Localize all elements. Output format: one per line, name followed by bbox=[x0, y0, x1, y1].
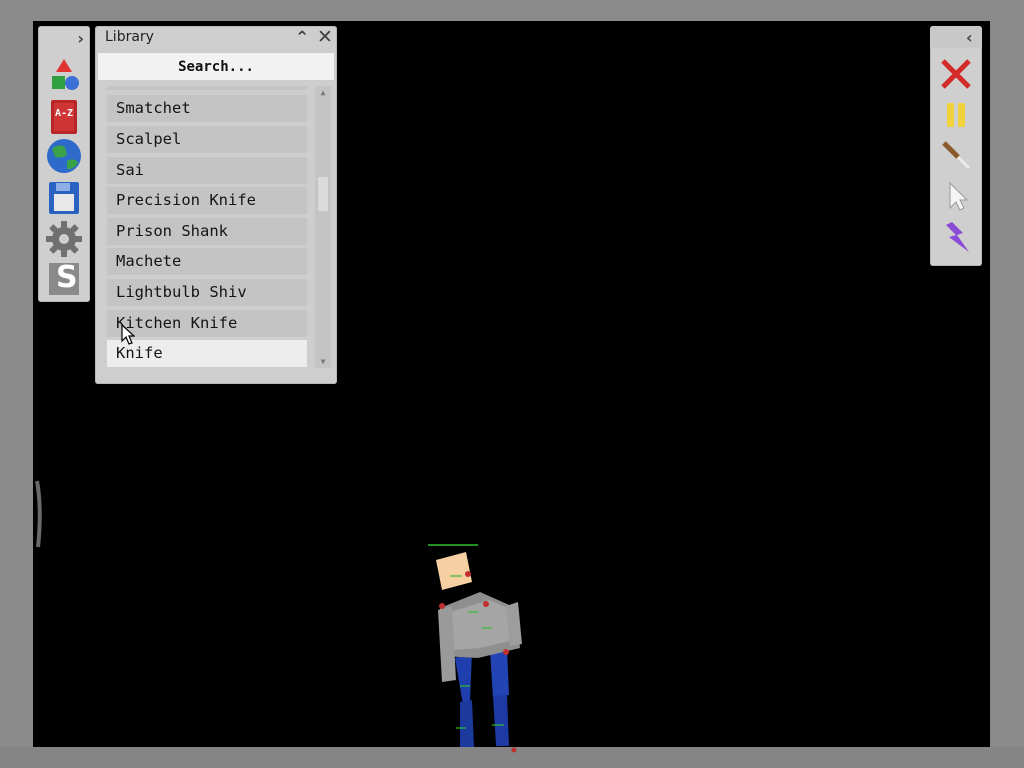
list-item[interactable]: Lightbulb Shiv bbox=[107, 279, 307, 306]
delete-x-icon[interactable] bbox=[938, 56, 974, 92]
list-item[interactable]: Scalpel bbox=[107, 126, 307, 153]
logo-letter: S bbox=[56, 260, 78, 295]
logo-s-icon[interactable]: S bbox=[45, 260, 83, 298]
list-item[interactable]: Kitchen Knife bbox=[107, 310, 307, 337]
mouse-cursor-icon bbox=[121, 324, 135, 345]
expand-sidebar-button[interactable]: › bbox=[77, 29, 84, 48]
library-title: Library bbox=[105, 29, 154, 45]
left-toolbar: › A-Z S bbox=[38, 26, 90, 302]
right-toolbar: ‹ bbox=[930, 26, 982, 266]
collapse-library-button[interactable]: ⌃ bbox=[295, 28, 309, 48]
catalog-book-icon[interactable]: A-Z bbox=[45, 98, 83, 136]
library-scrollbar[interactable]: ▲ ▼ bbox=[315, 86, 331, 368]
save-disk-icon[interactable] bbox=[45, 179, 83, 217]
list-item[interactable]: Machete bbox=[107, 248, 307, 275]
list-item-selected[interactable]: Knife bbox=[107, 340, 307, 367]
syringe-tool-icon[interactable] bbox=[938, 137, 974, 173]
lying-object[interactable] bbox=[33, 479, 47, 551]
pointer-cursor-icon[interactable] bbox=[938, 178, 974, 214]
scroll-up-arrow-icon[interactable]: ▲ bbox=[315, 86, 331, 99]
lightning-power-icon[interactable] bbox=[938, 219, 974, 255]
globe-icon[interactable] bbox=[45, 137, 83, 175]
list-item[interactable]: Prison Shank bbox=[107, 218, 307, 245]
settings-gear-icon[interactable] bbox=[45, 220, 83, 258]
close-library-button[interactable]: ✕ bbox=[317, 26, 333, 48]
list-item-partial[interactable] bbox=[107, 86, 307, 90]
list-item[interactable]: Precision Knife bbox=[107, 187, 307, 214]
library-search-input[interactable] bbox=[98, 53, 334, 80]
shapes-icon[interactable] bbox=[45, 56, 83, 94]
pause-icon[interactable] bbox=[938, 97, 974, 133]
catalog-book-label: A-Z bbox=[55, 108, 74, 119]
list-item[interactable]: Smatchet bbox=[107, 95, 307, 122]
scroll-down-arrow-icon[interactable]: ▼ bbox=[315, 355, 331, 368]
ragdoll-human[interactable] bbox=[420, 540, 530, 754]
collapse-right-toolbar-button[interactable]: ‹ bbox=[966, 28, 973, 47]
list-item[interactable]: Sai bbox=[107, 157, 307, 184]
scrollbar-thumb[interactable] bbox=[318, 176, 328, 211]
right-toolbar-header bbox=[930, 26, 982, 48]
